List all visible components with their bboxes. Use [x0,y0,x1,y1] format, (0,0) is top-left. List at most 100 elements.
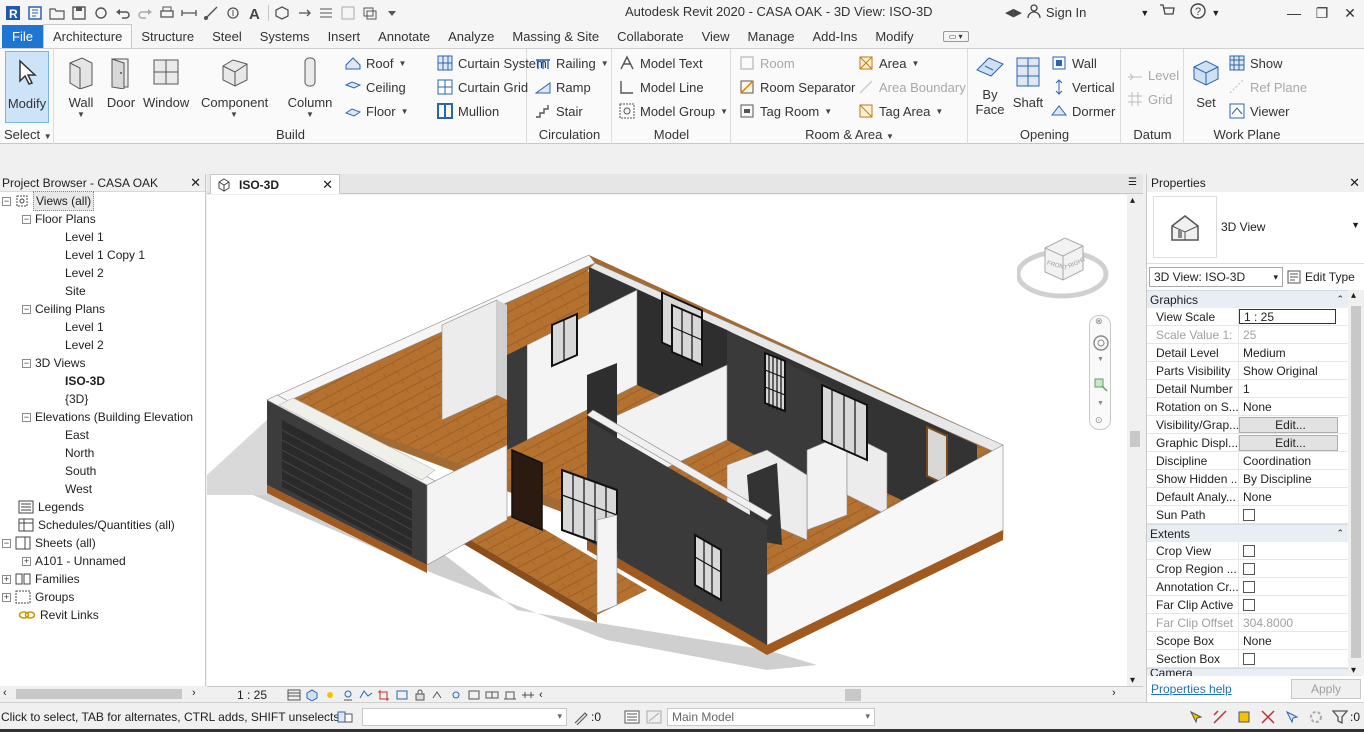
view-scale-input[interactable]: 1 : 25 [1239,309,1336,324]
collapse-icon[interactable]: ⌃ [1336,294,1344,305]
tree-node-view[interactable]: Level 1 Copy 1 [65,246,145,264]
room-separator-button[interactable]: Room Separator [739,76,855,98]
wall-opening-button[interactable]: Wall [1051,52,1097,74]
group-camera[interactable]: Camera [1147,668,1348,676]
background-processes-icon[interactable] [1308,709,1324,725]
scrollbar-thumb[interactable] [1351,306,1361,658]
level-button[interactable]: Level [1127,64,1179,86]
section-icon[interactable] [293,2,315,24]
thin-lines-icon[interactable] [315,2,337,24]
tree-node-view[interactable]: North [65,444,94,462]
by-face-button[interactable]: By Face [971,51,1009,121]
component-button[interactable]: Component ▼ [201,51,268,121]
detail-level-icon[interactable] [287,689,301,701]
select-links-icon[interactable] [1188,709,1204,725]
scroll-up-icon[interactable]: ▴ [1130,195,1135,206]
tag-room-button[interactable]: Tag Room ▼ [739,100,832,122]
tab-massing-site[interactable]: Massing & Site [503,25,608,48]
tag-icon[interactable] [222,2,244,24]
temporary-properties-icon[interactable] [467,689,481,701]
reveal-hidden-icon[interactable] [449,689,463,701]
curtain-grid-button[interactable]: Curtain Grid [437,76,528,98]
discipline-value[interactable]: Coordination [1239,452,1348,469]
collapse-icon[interactable]: − [22,358,31,368]
close-hidden-icon[interactable] [337,2,359,24]
view-scale-control[interactable]: 1 : 25 [237,688,287,702]
select-by-face-icon[interactable] [1260,709,1276,725]
tree-node-view[interactable]: Level 1 [65,318,104,336]
filter-icon[interactable] [1331,709,1348,725]
room-button[interactable]: Room [739,52,795,74]
tree-node-view[interactable]: {3D} [65,390,88,408]
default-analysis-value[interactable]: None [1239,488,1348,505]
ramp-button[interactable]: Ramp [535,76,591,98]
constraints-icon[interactable] [521,689,535,701]
open-icon[interactable] [46,2,68,24]
revit-logo-icon[interactable]: R [2,2,24,24]
crop-view-icon[interactable] [377,689,391,701]
show-hidden-lines-value[interactable]: By Discipline [1239,470,1348,487]
chevron-down-icon[interactable]: ▼ [1097,400,1104,407]
dormer-button[interactable]: Dormer [1051,100,1115,122]
sun-path-checkbox[interactable] [1243,509,1255,521]
show-workplane-button[interactable]: Show [1229,52,1283,74]
door-button[interactable]: Door [99,51,143,121]
rotation-value[interactable]: None [1239,398,1348,415]
project-browser-hscroll[interactable]: ‹ › [0,686,206,702]
info-center-icon[interactable]: ◀▶ [1005,6,1022,19]
tree-node-views-all[interactable]: − Views (all) [2,191,95,211]
properties-help-link[interactable]: Properties help [1151,682,1232,696]
text-icon[interactable]: A [244,2,266,24]
hscroll-thumb[interactable] [845,689,861,701]
tab-systems[interactable]: Systems [251,25,319,48]
collapse-icon[interactable]: − [22,304,31,314]
collapse-icon[interactable]: ⌃ [1336,528,1344,539]
tab-architecture[interactable]: Architecture [42,24,133,48]
group-extents[interactable]: Extents ⌃ [1147,524,1348,542]
view-vscroll[interactable]: ▴ ▾ [1127,195,1143,686]
collapse-icon[interactable]: − [22,214,31,224]
chevron-down-icon[interactable]: ▼ [1211,8,1220,18]
help-icon[interactable]: ? [1189,2,1207,23]
temporary-hide-icon[interactable] [431,689,445,701]
tree-node-legends[interactable]: Legends [18,498,84,516]
undo-icon[interactable] [112,2,134,24]
window-button[interactable]: Window [143,51,189,121]
restore-button[interactable]: ❐ [1308,0,1336,26]
tree-node-groups[interactable]: + Groups [2,588,74,606]
ref-plane-button[interactable]: Ref Plane [1229,76,1307,98]
scrollbar-thumb[interactable] [1130,431,1140,447]
detail-number-value[interactable]: 1 [1239,380,1348,397]
cart-icon[interactable] [1159,3,1176,22]
3d-view-canvas[interactable]: FRONT RIGHT ⊗ ▼ ▼ ⊙ [207,195,1127,686]
chevron-right-icon[interactable]: › [1112,687,1116,699]
far-clip-active-checkbox[interactable] [1243,599,1255,611]
chevron-left-icon[interactable]: ‹ [539,689,543,701]
drag-elements-icon[interactable] [1284,709,1300,725]
scroll-up-icon[interactable]: ▴ [1351,290,1356,301]
scroll-down-icon[interactable]: ▾ [1130,675,1135,686]
scrollbar-thumb[interactable] [16,689,182,699]
detail-level-value[interactable]: Medium [1239,344,1348,361]
tree-node-view[interactable]: Level 2 [65,264,104,282]
design-option-dropdown[interactable]: Main Model ▾ [667,707,876,726]
visual-style-icon[interactable] [305,688,319,701]
steering-wheel-icon[interactable] [1092,334,1110,352]
type-selector[interactable]: 3D View ▼ [1147,192,1364,264]
close-tab-icon[interactable]: ✕ [322,177,333,193]
parts-visibility-value[interactable]: Show Original [1239,362,1348,379]
customize-icon[interactable] [381,2,403,24]
expand-icon[interactable]: + [2,574,11,584]
scroll-down-icon[interactable]: ▾ [1351,665,1356,676]
editable-only-icon[interactable] [573,709,589,725]
annotation-crop-checkbox[interactable] [1243,581,1255,593]
roof-button[interactable]: Roof ▼ [345,52,406,74]
tab-manage[interactable]: Manage [739,25,804,48]
measure-icon[interactable] [178,2,200,24]
tree-node-elevations[interactable]: − Elevations (Building Elevation [22,408,193,426]
tree-node-view[interactable]: Level 2 [65,336,104,354]
scroll-left-icon[interactable]: ‹ [3,687,7,699]
section-box-checkbox[interactable] [1243,653,1255,665]
collapse-icon[interactable]: − [2,538,11,548]
tab-add-ins[interactable]: Add-Ins [804,25,867,48]
